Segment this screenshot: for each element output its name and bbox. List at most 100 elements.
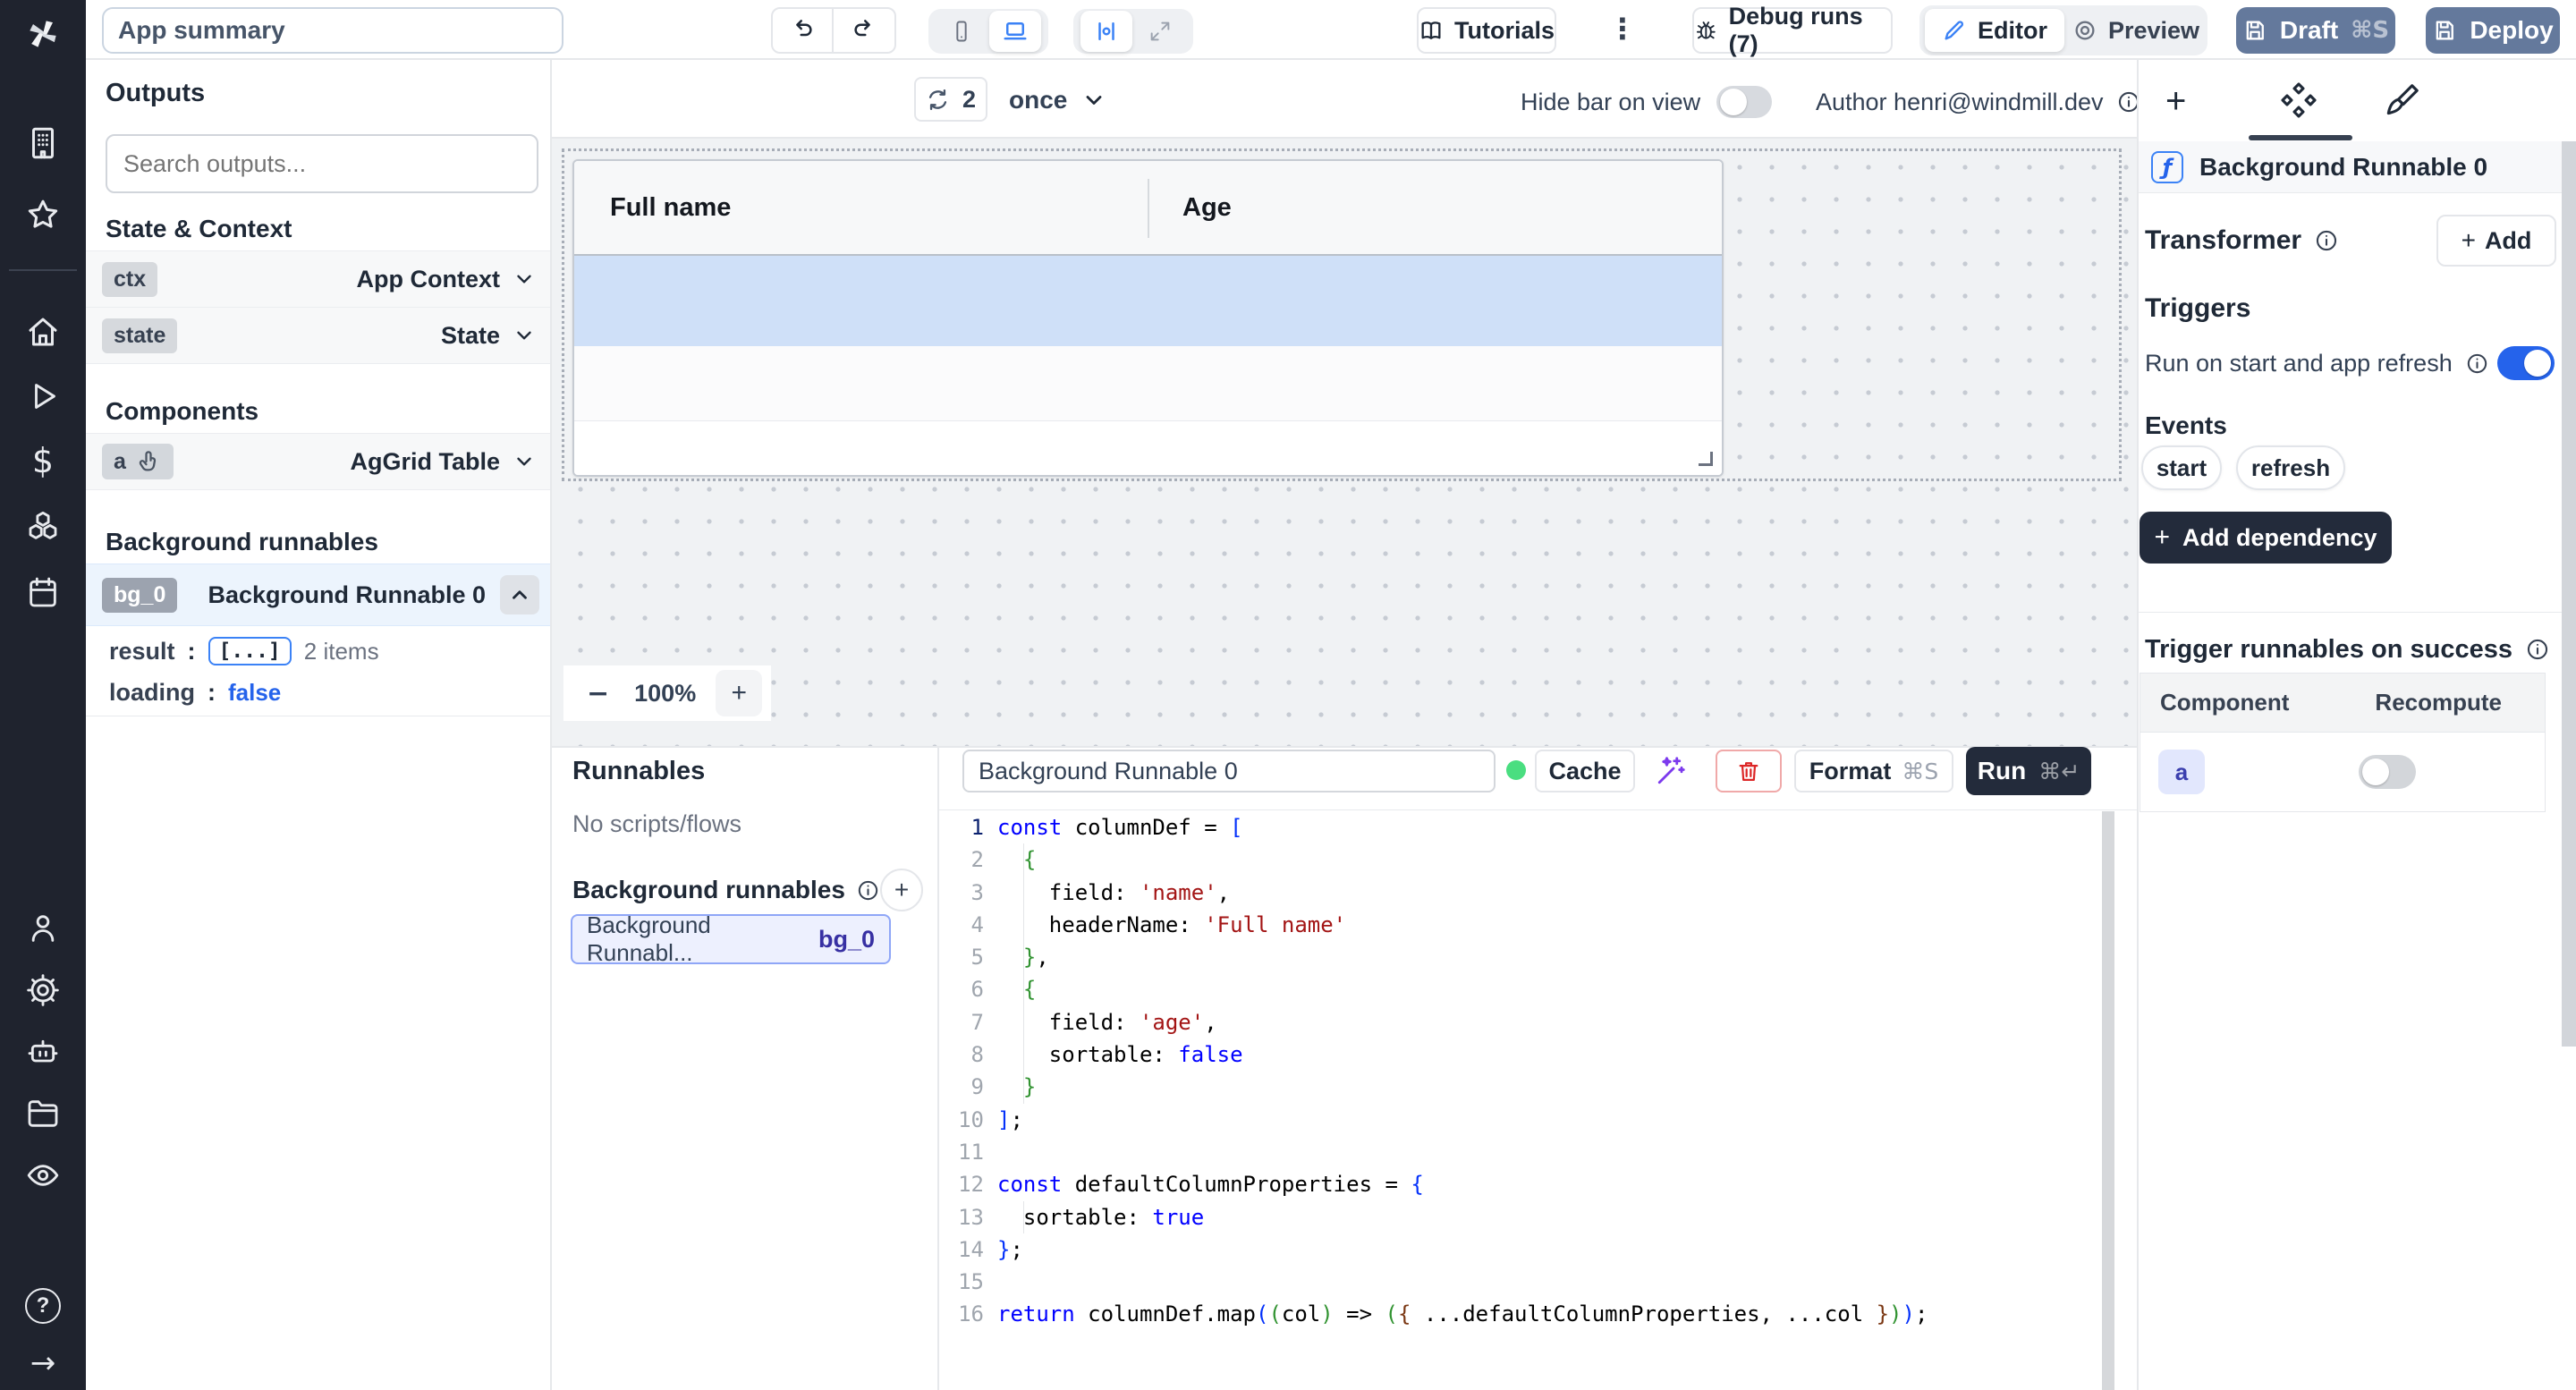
code-line[interactable]: }	[997, 1071, 1928, 1103]
code-line[interactable]: },	[997, 941, 1928, 973]
collapse-toggle-button[interactable]	[500, 575, 539, 614]
table-col-age[interactable]: Age	[1182, 193, 1232, 223]
code-line[interactable]	[997, 1266, 1928, 1298]
code-line[interactable]: sortable: false	[997, 1038, 1928, 1071]
draft-button[interactable]: Draft ⌘S	[2236, 7, 2395, 54]
component-a-chip[interactable]: a	[2158, 750, 2205, 794]
line-number-gutter: 12345678910111213141516	[939, 811, 984, 1331]
add-background-runnable-button[interactable]: +	[880, 869, 923, 911]
preview-tab[interactable]: Preview	[2070, 9, 2202, 52]
mobile-view-button[interactable]	[936, 13, 987, 50]
undo-icon	[789, 17, 816, 44]
code-line[interactable]: field: 'name',	[997, 877, 1928, 909]
line-number: 13	[939, 1201, 984, 1233]
info-icon[interactable]	[2314, 228, 2339, 253]
tutorials-button[interactable]: Tutorials	[1417, 7, 1556, 54]
favorites-star-icon[interactable]	[23, 195, 63, 234]
component-settings-tab-icon[interactable]	[2278, 80, 2319, 121]
code-line[interactable]: return columnDef.map((col) => ({ ...defa…	[997, 1298, 1928, 1330]
runnable-name-input[interactable]	[962, 750, 1496, 792]
output-row-component-a[interactable]: a AgGrid Table	[86, 433, 550, 490]
cache-button[interactable]: Cache	[1535, 750, 1635, 792]
deploy-button[interactable]: Deploy	[2426, 7, 2560, 54]
add-transformer-button[interactable]: + Add	[2436, 215, 2556, 267]
add-dependency-button[interactable]: + Add dependency	[2140, 512, 2392, 564]
frequency-select[interactable]: once	[1009, 82, 1106, 118]
table-row[interactable]	[574, 346, 1722, 421]
output-row-state[interactable]: state State	[86, 307, 550, 364]
info-icon[interactable]	[2465, 352, 2489, 376]
center-layout-button[interactable]	[1080, 11, 1132, 52]
aggrid-table-component[interactable]: Full name Age	[572, 159, 1724, 477]
recompute-toggle[interactable]	[2359, 755, 2416, 789]
more-menu-button[interactable]: ⋮	[1608, 12, 1637, 46]
code-line[interactable]: sortable: true	[997, 1201, 1928, 1233]
styling-brush-tab-icon[interactable]	[2382, 81, 2421, 121]
refresh-count-box[interactable]: 2	[914, 77, 987, 122]
right-panel-scrollbar[interactable]	[2562, 141, 2576, 1047]
output-row-bg0[interactable]: bg_0 Background Runnable 0	[86, 564, 550, 626]
desktop-view-button[interactable]	[989, 11, 1041, 52]
debug-runs-button[interactable]: Debug runs (7)	[1692, 7, 1893, 54]
chevron-down-icon[interactable]	[513, 450, 536, 473]
user-icon[interactable]	[23, 909, 63, 948]
hide-bar-toggle[interactable]	[1716, 86, 1772, 118]
code-line[interactable]	[997, 1136, 1928, 1168]
code-line[interactable]: };	[997, 1233, 1928, 1266]
table-col-fullname[interactable]: Full name	[610, 193, 731, 223]
zoom-out-button[interactable]: −	[587, 678, 609, 709]
output-row-ctx[interactable]: ctx App Context	[86, 250, 550, 308]
search-outputs-input[interactable]	[106, 134, 538, 193]
folders-icon[interactable]	[23, 1094, 63, 1133]
redo-button[interactable]	[834, 9, 894, 52]
table-row-selected[interactable]	[574, 256, 1722, 346]
home-icon[interactable]	[23, 312, 63, 352]
audit-eye-icon[interactable]	[23, 1156, 63, 1195]
line-number: 3	[939, 877, 984, 909]
undo-button[interactable]	[773, 9, 834, 52]
insert-component-tab[interactable]: +	[2165, 81, 2186, 122]
resize-handle[interactable]	[1699, 452, 1713, 466]
windmill-logo[interactable]	[23, 14, 63, 54]
resources-icon[interactable]	[23, 508, 63, 547]
code-line[interactable]: {	[997, 843, 1928, 876]
workers-robot-icon[interactable]	[23, 1032, 63, 1072]
table-col-divider[interactable]	[1148, 179, 1149, 238]
variables-dollar-icon[interactable]: $	[23, 441, 63, 480]
bg0-badge: bg_0	[102, 578, 177, 613]
workspace-icon[interactable]	[23, 123, 63, 163]
chevron-down-icon[interactable]	[513, 267, 536, 291]
collapse-arrow-icon[interactable]: →	[23, 1343, 63, 1383]
code-editor[interactable]: 12345678910111213141516 const columnDef …	[939, 811, 2100, 1390]
chevron-down-icon[interactable]	[513, 324, 536, 347]
hand-pointer-icon	[135, 448, 162, 475]
background-runnable-item[interactable]: Background Runnabl... bg_0	[571, 914, 891, 964]
code-line[interactable]: {	[997, 973, 1928, 1005]
format-button[interactable]: Format ⌘S	[1794, 750, 1953, 792]
editor-scrollbar[interactable]	[2102, 811, 2114, 1390]
code-line[interactable]: ];	[997, 1104, 1928, 1136]
info-icon[interactable]	[856, 878, 880, 903]
run-button[interactable]: Run ⌘↵	[1966, 747, 2091, 795]
info-icon[interactable]	[2525, 637, 2550, 662]
settings-gear-icon[interactable]	[23, 970, 63, 1010]
refresh-icon	[926, 88, 950, 112]
code-line[interactable]: const columnDef = [	[997, 811, 1928, 843]
fullscreen-layout-button[interactable]	[1134, 13, 1186, 50]
code-line[interactable]: headerName: 'Full name'	[997, 909, 1928, 941]
table-row[interactable]	[574, 421, 1722, 477]
code-line[interactable]: const defaultColumnProperties = {	[997, 1168, 1928, 1200]
result-expand-badge[interactable]: [...]	[208, 637, 292, 665]
code-lines[interactable]: const columnDef = [ { field: 'name', hea…	[997, 811, 1928, 1331]
run-on-start-toggle[interactable]	[2497, 346, 2555, 380]
runs-play-icon[interactable]	[23, 377, 63, 416]
code-line[interactable]: field: 'age',	[997, 1006, 1928, 1038]
ai-wand-icon[interactable]	[1655, 755, 1687, 787]
help-icon[interactable]: ?	[23, 1286, 63, 1326]
zoom-in-button[interactable]: +	[716, 670, 762, 716]
editor-tab[interactable]: Editor	[1925, 9, 2064, 52]
book-icon	[1419, 17, 1444, 44]
app-summary-input[interactable]	[102, 7, 564, 54]
schedules-calendar-icon[interactable]	[23, 572, 63, 612]
delete-runnable-button[interactable]	[1716, 750, 1782, 792]
